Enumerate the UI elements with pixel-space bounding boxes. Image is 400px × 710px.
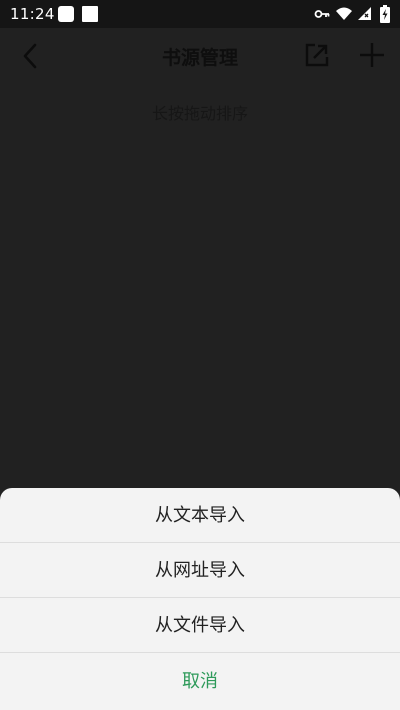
drag-sort-hint: 长按拖动排序 [151,104,248,123]
cancel-button[interactable]: 取消 [0,653,400,710]
notification-square-icon [58,6,74,22]
back-button[interactable] [14,39,48,73]
export-icon [305,43,329,67]
status-bar: 11:24 [0,0,400,28]
chevron-left-icon [23,43,37,69]
status-icons [314,5,392,23]
wifi-icon [336,7,352,20]
battery-charging-icon [380,5,390,23]
export-button[interactable] [302,40,332,70]
status-time: 11:24 [10,5,55,23]
plus-icon [360,43,384,67]
import-from-url-button[interactable]: 从网址导入 [0,543,400,598]
page-title: 书源管理 [161,47,238,69]
vpn-key-icon [314,10,330,18]
signal-icon [358,7,371,20]
import-bottom-sheet: 从文本导入 从网址导入 从文件导入 取消 [0,488,400,710]
app-bar: 书源管理 [0,28,400,84]
import-from-file-button[interactable]: 从文件导入 [0,598,400,653]
add-source-button[interactable] [356,39,388,71]
import-from-text-button[interactable]: 从文本导入 [0,488,400,543]
notification-square-icon [82,6,98,22]
source-management-screen: 11:24 书源管理 长按拖动排序 从文本导入 从网址导入 从文件导入 取消 [0,0,400,710]
